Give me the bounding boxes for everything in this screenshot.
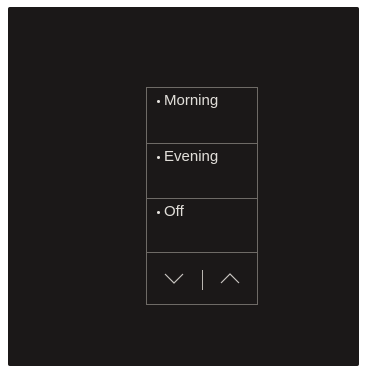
status-led: [157, 100, 160, 103]
scene-button-label: Evening: [164, 148, 219, 165]
scene-button-off[interactable]: Off: [147, 198, 257, 252]
wallplate: Morning Evening Off: [8, 7, 359, 366]
scene-button-label: Off: [164, 203, 184, 220]
keypad: Morning Evening Off: [146, 87, 258, 305]
chevron-up-icon: [220, 273, 240, 284]
scene-button-label: Morning: [164, 92, 219, 109]
scene-button-morning[interactable]: Morning: [147, 88, 257, 142]
raise-lower-rocker: [147, 252, 257, 304]
status-led: [157, 211, 160, 214]
lower-button[interactable]: [147, 253, 202, 305]
raise-button[interactable]: [202, 253, 257, 305]
scene-button-evening[interactable]: Evening: [147, 143, 257, 197]
status-led: [157, 156, 160, 159]
chevron-down-icon: [164, 273, 184, 284]
